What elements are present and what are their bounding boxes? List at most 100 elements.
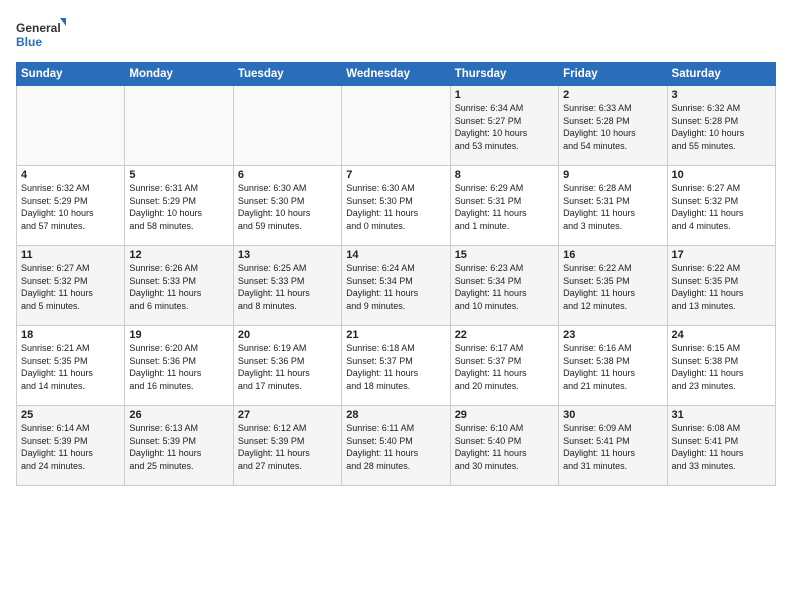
- day-number: 11: [21, 249, 120, 261]
- day-info: Sunrise: 6:30 AM Sunset: 5:30 PM Dayligh…: [346, 182, 445, 232]
- calendar-cell: 23Sunrise: 6:16 AM Sunset: 5:38 PM Dayli…: [559, 326, 667, 406]
- day-info: Sunrise: 6:34 AM Sunset: 5:27 PM Dayligh…: [455, 102, 554, 152]
- calendar-cell: 14Sunrise: 6:24 AM Sunset: 5:34 PM Dayli…: [342, 246, 450, 326]
- page: General Blue SundayMondayTuesdayWednesda…: [0, 0, 792, 612]
- calendar-cell: 31Sunrise: 6:08 AM Sunset: 5:41 PM Dayli…: [667, 406, 775, 486]
- day-number: 12: [129, 249, 228, 261]
- calendar-cell: 11Sunrise: 6:27 AM Sunset: 5:32 PM Dayli…: [17, 246, 125, 326]
- calendar-cell: 2Sunrise: 6:33 AM Sunset: 5:28 PM Daylig…: [559, 86, 667, 166]
- day-number: 7: [346, 169, 445, 181]
- day-info: Sunrise: 6:29 AM Sunset: 5:31 PM Dayligh…: [455, 182, 554, 232]
- calendar-cell: 28Sunrise: 6:11 AM Sunset: 5:40 PM Dayli…: [342, 406, 450, 486]
- calendar-cell: 18Sunrise: 6:21 AM Sunset: 5:35 PM Dayli…: [17, 326, 125, 406]
- calendar-cell: 3Sunrise: 6:32 AM Sunset: 5:28 PM Daylig…: [667, 86, 775, 166]
- calendar-cell: 19Sunrise: 6:20 AM Sunset: 5:36 PM Dayli…: [125, 326, 233, 406]
- calendar-cell: 15Sunrise: 6:23 AM Sunset: 5:34 PM Dayli…: [450, 246, 558, 326]
- day-info: Sunrise: 6:19 AM Sunset: 5:36 PM Dayligh…: [238, 342, 337, 392]
- day-number: 4: [21, 169, 120, 181]
- calendar-cell: 5Sunrise: 6:31 AM Sunset: 5:29 PM Daylig…: [125, 166, 233, 246]
- day-number: 22: [455, 329, 554, 341]
- day-number: 23: [563, 329, 662, 341]
- day-number: 16: [563, 249, 662, 261]
- day-info: Sunrise: 6:22 AM Sunset: 5:35 PM Dayligh…: [563, 262, 662, 312]
- day-info: Sunrise: 6:23 AM Sunset: 5:34 PM Dayligh…: [455, 262, 554, 312]
- day-number: 13: [238, 249, 337, 261]
- calendar-week-row: 4Sunrise: 6:32 AM Sunset: 5:29 PM Daylig…: [17, 166, 776, 246]
- day-info: Sunrise: 6:13 AM Sunset: 5:39 PM Dayligh…: [129, 422, 228, 472]
- day-info: Sunrise: 6:11 AM Sunset: 5:40 PM Dayligh…: [346, 422, 445, 472]
- day-number: 9: [563, 169, 662, 181]
- calendar-cell: 9Sunrise: 6:28 AM Sunset: 5:31 PM Daylig…: [559, 166, 667, 246]
- day-number: 15: [455, 249, 554, 261]
- calendar-cell: 26Sunrise: 6:13 AM Sunset: 5:39 PM Dayli…: [125, 406, 233, 486]
- day-info: Sunrise: 6:12 AM Sunset: 5:39 PM Dayligh…: [238, 422, 337, 472]
- day-number: 27: [238, 409, 337, 421]
- day-info: Sunrise: 6:30 AM Sunset: 5:30 PM Dayligh…: [238, 182, 337, 232]
- day-header-friday: Friday: [559, 63, 667, 86]
- day-info: Sunrise: 6:27 AM Sunset: 5:32 PM Dayligh…: [21, 262, 120, 312]
- calendar-cell: 27Sunrise: 6:12 AM Sunset: 5:39 PM Dayli…: [233, 406, 341, 486]
- day-header-sunday: Sunday: [17, 63, 125, 86]
- day-number: 30: [563, 409, 662, 421]
- day-number: 6: [238, 169, 337, 181]
- day-header-saturday: Saturday: [667, 63, 775, 86]
- day-info: Sunrise: 6:20 AM Sunset: 5:36 PM Dayligh…: [129, 342, 228, 392]
- day-number: 29: [455, 409, 554, 421]
- day-info: Sunrise: 6:27 AM Sunset: 5:32 PM Dayligh…: [672, 182, 771, 232]
- calendar-cell: 7Sunrise: 6:30 AM Sunset: 5:30 PM Daylig…: [342, 166, 450, 246]
- day-info: Sunrise: 6:22 AM Sunset: 5:35 PM Dayligh…: [672, 262, 771, 312]
- calendar-week-row: 25Sunrise: 6:14 AM Sunset: 5:39 PM Dayli…: [17, 406, 776, 486]
- calendar-cell: 8Sunrise: 6:29 AM Sunset: 5:31 PM Daylig…: [450, 166, 558, 246]
- calendar-cell: 10Sunrise: 6:27 AM Sunset: 5:32 PM Dayli…: [667, 166, 775, 246]
- day-header-thursday: Thursday: [450, 63, 558, 86]
- calendar-cell: 4Sunrise: 6:32 AM Sunset: 5:29 PM Daylig…: [17, 166, 125, 246]
- day-header-monday: Monday: [125, 63, 233, 86]
- calendar-cell: [125, 86, 233, 166]
- svg-text:General: General: [16, 21, 61, 35]
- day-number: 17: [672, 249, 771, 261]
- header: General Blue: [16, 16, 776, 52]
- day-info: Sunrise: 6:10 AM Sunset: 5:40 PM Dayligh…: [455, 422, 554, 472]
- day-number: 8: [455, 169, 554, 181]
- day-info: Sunrise: 6:26 AM Sunset: 5:33 PM Dayligh…: [129, 262, 228, 312]
- day-number: 28: [346, 409, 445, 421]
- day-number: 3: [672, 89, 771, 101]
- logo-svg: General Blue: [16, 16, 66, 52]
- day-header-tuesday: Tuesday: [233, 63, 341, 86]
- calendar-cell: 20Sunrise: 6:19 AM Sunset: 5:36 PM Dayli…: [233, 326, 341, 406]
- calendar-cell: 29Sunrise: 6:10 AM Sunset: 5:40 PM Dayli…: [450, 406, 558, 486]
- day-info: Sunrise: 6:15 AM Sunset: 5:38 PM Dayligh…: [672, 342, 771, 392]
- day-info: Sunrise: 6:18 AM Sunset: 5:37 PM Dayligh…: [346, 342, 445, 392]
- calendar-cell: 16Sunrise: 6:22 AM Sunset: 5:35 PM Dayli…: [559, 246, 667, 326]
- day-number: 20: [238, 329, 337, 341]
- day-info: Sunrise: 6:14 AM Sunset: 5:39 PM Dayligh…: [21, 422, 120, 472]
- calendar-cell: [233, 86, 341, 166]
- day-info: Sunrise: 6:08 AM Sunset: 5:41 PM Dayligh…: [672, 422, 771, 472]
- day-info: Sunrise: 6:24 AM Sunset: 5:34 PM Dayligh…: [346, 262, 445, 312]
- calendar-week-row: 18Sunrise: 6:21 AM Sunset: 5:35 PM Dayli…: [17, 326, 776, 406]
- calendar-cell: 25Sunrise: 6:14 AM Sunset: 5:39 PM Dayli…: [17, 406, 125, 486]
- day-info: Sunrise: 6:32 AM Sunset: 5:29 PM Dayligh…: [21, 182, 120, 232]
- day-number: 14: [346, 249, 445, 261]
- calendar-week-row: 11Sunrise: 6:27 AM Sunset: 5:32 PM Dayli…: [17, 246, 776, 326]
- svg-text:Blue: Blue: [16, 35, 42, 49]
- day-number: 10: [672, 169, 771, 181]
- logo: General Blue: [16, 16, 66, 52]
- calendar-cell: 13Sunrise: 6:25 AM Sunset: 5:33 PM Dayli…: [233, 246, 341, 326]
- day-info: Sunrise: 6:32 AM Sunset: 5:28 PM Dayligh…: [672, 102, 771, 152]
- calendar-cell: 24Sunrise: 6:15 AM Sunset: 5:38 PM Dayli…: [667, 326, 775, 406]
- day-number: 18: [21, 329, 120, 341]
- calendar: SundayMondayTuesdayWednesdayThursdayFrid…: [16, 62, 776, 486]
- calendar-header-row: SundayMondayTuesdayWednesdayThursdayFrid…: [17, 63, 776, 86]
- day-info: Sunrise: 6:28 AM Sunset: 5:31 PM Dayligh…: [563, 182, 662, 232]
- day-number: 19: [129, 329, 228, 341]
- day-info: Sunrise: 6:09 AM Sunset: 5:41 PM Dayligh…: [563, 422, 662, 472]
- calendar-cell: [17, 86, 125, 166]
- day-number: 25: [21, 409, 120, 421]
- day-number: 21: [346, 329, 445, 341]
- day-number: 2: [563, 89, 662, 101]
- day-info: Sunrise: 6:16 AM Sunset: 5:38 PM Dayligh…: [563, 342, 662, 392]
- day-number: 24: [672, 329, 771, 341]
- calendar-cell: 6Sunrise: 6:30 AM Sunset: 5:30 PM Daylig…: [233, 166, 341, 246]
- calendar-cell: 17Sunrise: 6:22 AM Sunset: 5:35 PM Dayli…: [667, 246, 775, 326]
